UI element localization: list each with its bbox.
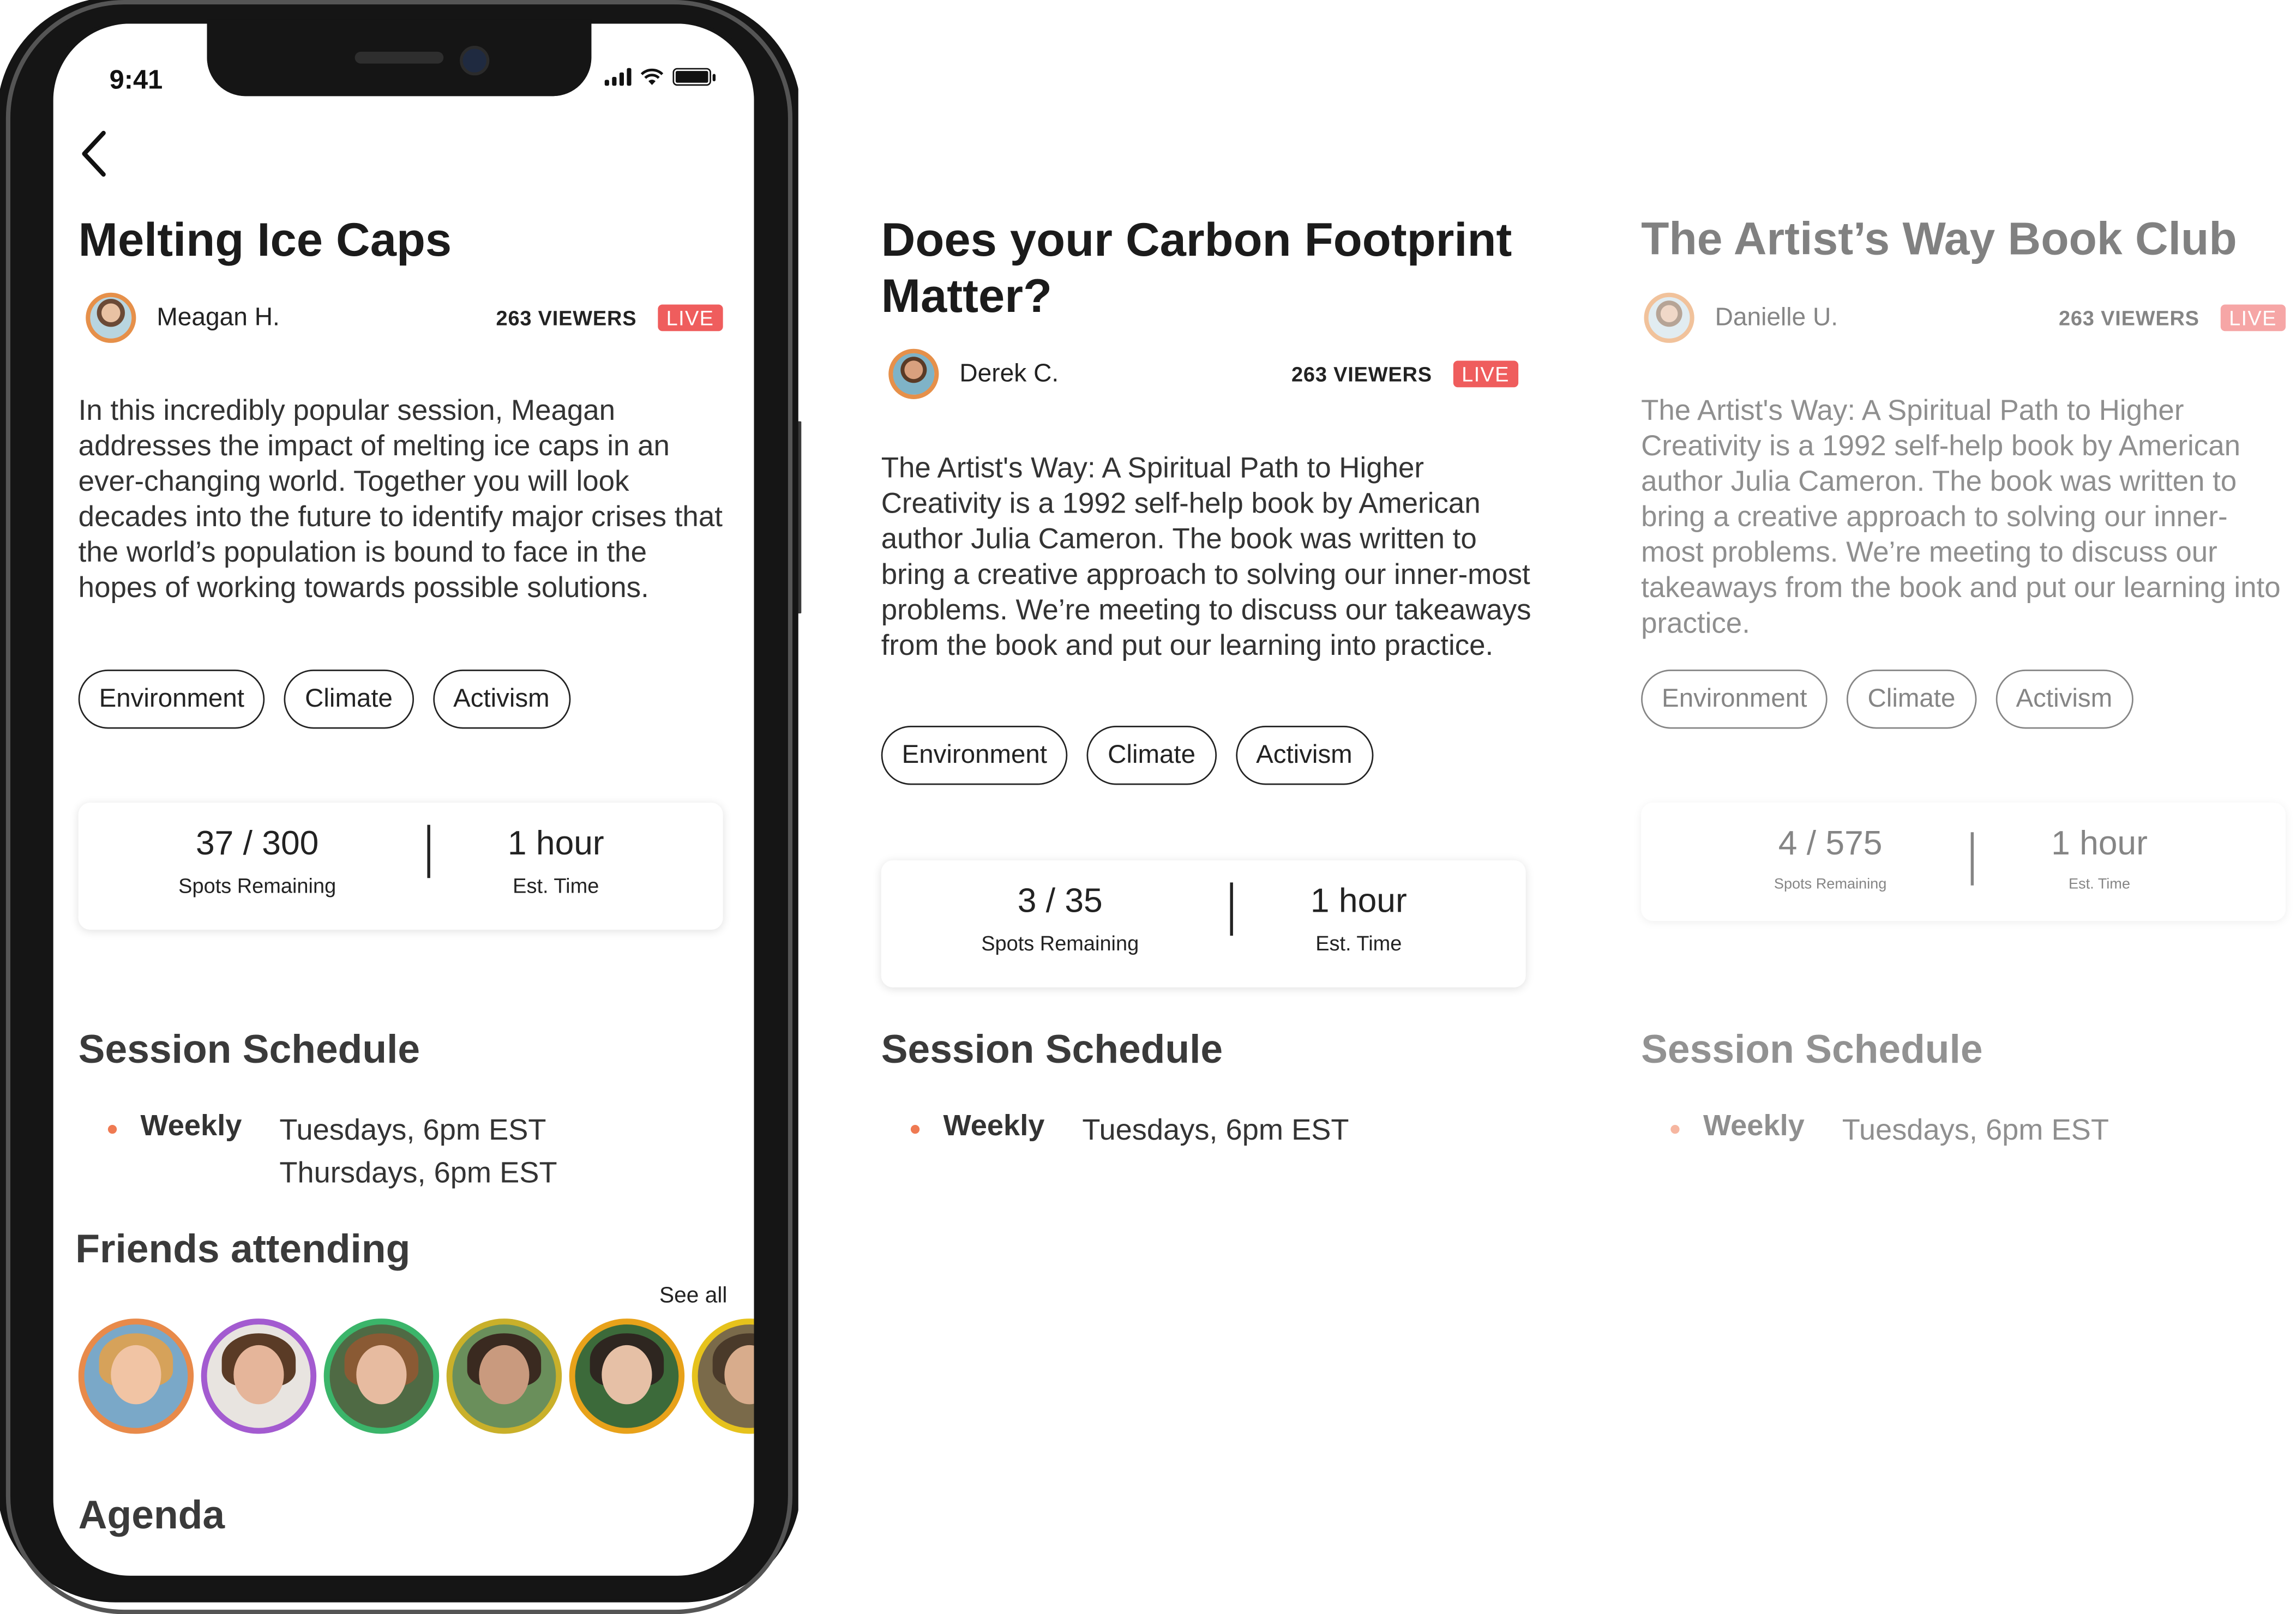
speaker — [354, 51, 444, 64]
camera-icon — [460, 46, 490, 76]
live-badge: LIVE — [2220, 304, 2286, 332]
schedule-times: Tuesdays, 6pm EST — [1842, 1110, 2109, 1153]
tag-list: Environment Climate Activism — [881, 726, 1373, 785]
host-avatar[interactable] — [888, 348, 939, 399]
host-row: Danielle U. 263 VIEWERS LIVE — [1641, 292, 2286, 343]
time-stat: 1 hour Est. Time — [1937, 803, 2262, 893]
schedule-heading: Session Schedule — [881, 1027, 1223, 1072]
live-badge: LIVE — [1452, 360, 1519, 388]
schedule-time: Tuesdays, 6pm EST — [1842, 1115, 2109, 1147]
tag-activism[interactable]: Activism — [1235, 726, 1373, 785]
schedule-frequency: Weekly — [943, 1110, 1045, 1143]
schedule-times: Tuesdays, 6pm EST — [1082, 1110, 1349, 1153]
time-value: 1 hour — [1310, 881, 1407, 920]
session-card-carbon-footprint: Does your Carbon Footprint Matter? Derek… — [881, 0, 1532, 1599]
viewer-count: 263 VIEWERS — [1291, 362, 1432, 386]
spots-value: 3 / 35 — [1017, 881, 1103, 920]
spots-stat: 3 / 35 Spots Remaining — [899, 860, 1221, 955]
bullet-dot — [910, 1124, 920, 1134]
session-description: The Artist's Way: A Spiritual Path to Hi… — [881, 452, 1531, 663]
viewer-count: 263 VIEWERS — [2058, 306, 2199, 330]
tag-climate[interactable]: Climate — [1847, 670, 1976, 729]
bullet-dot — [1670, 1124, 1680, 1134]
spots-label: Spots Remaining — [981, 931, 1139, 955]
stats-card: 4 / 575 Spots Remaining 1 hour Est. Time — [1641, 803, 2286, 921]
schedule-heading: Session Schedule — [1641, 1027, 1983, 1072]
time-value: 1 hour — [2051, 823, 2148, 862]
session-description: The Artist's Way: A Spiritual Path to Hi… — [1641, 394, 2281, 640]
tag-environment[interactable]: Environment — [881, 726, 1068, 785]
time-label: Est. Time — [1315, 931, 1402, 955]
session-title: The Artist’s Way Book Club — [1641, 213, 2237, 265]
time-label: Est. Time — [2068, 876, 2130, 893]
stats-card: 3 / 35 Spots Remaining 1 hour Est. Time — [881, 860, 1526, 987]
session-card-artists-way: The Artist’s Way Book Club Danielle U. 2… — [1641, 0, 2288, 1599]
tag-list: Environment Climate Activism — [1641, 670, 2133, 729]
session-title: Does your Carbon Footprint Matter? — [881, 213, 1512, 322]
notch-overlay — [207, 19, 592, 97]
schedule-time: Tuesdays, 6pm EST — [1082, 1115, 1349, 1147]
time-stat: 1 hour Est. Time — [1198, 860, 1520, 955]
host-name[interactable]: Derek C. — [959, 359, 1059, 389]
phone-bezel — [0, 0, 798, 1600]
host-name[interactable]: Danielle U. — [1715, 303, 1838, 333]
tag-environment[interactable]: Environment — [1641, 670, 1828, 729]
host-avatar[interactable] — [1644, 292, 1694, 343]
tag-climate[interactable]: Climate — [1087, 726, 1216, 785]
tag-activism[interactable]: Activism — [1995, 670, 2133, 729]
host-row: Derek C. 263 VIEWERS LIVE — [881, 348, 1519, 399]
mockup-stage: 9:41 Melting Ice Caps Meagan H. 263 VIEW… — [0, 0, 2296, 1614]
schedule-frequency: Weekly — [1703, 1110, 1805, 1143]
